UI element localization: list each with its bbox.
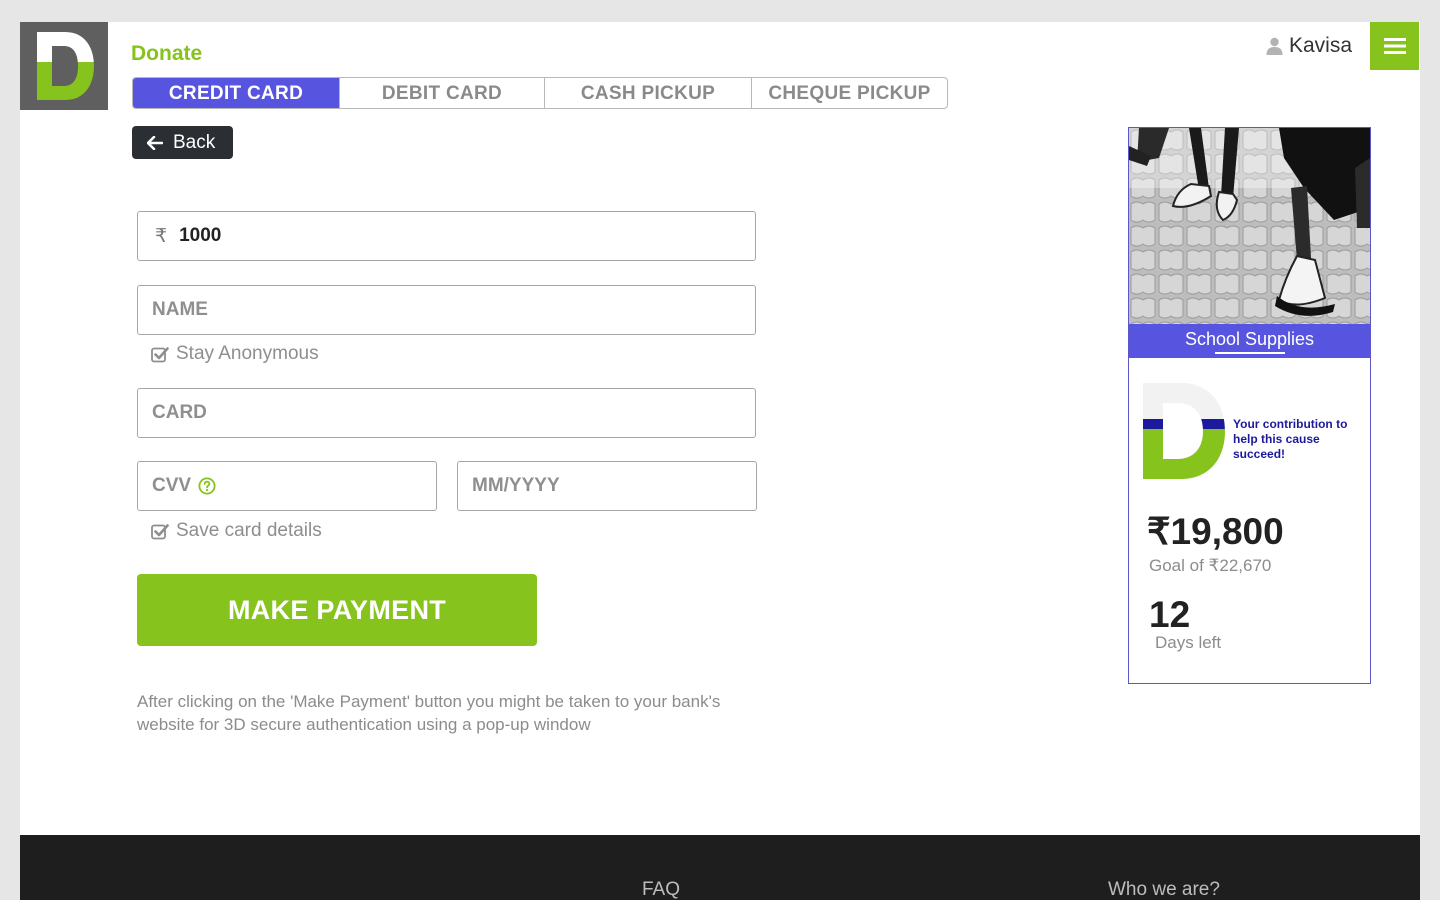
- goal-text: Goal of ₹22,670: [1149, 556, 1271, 576]
- name-input[interactable]: [138, 298, 755, 322]
- amount-input[interactable]: [177, 224, 755, 248]
- cvv-input[interactable]: [138, 474, 200, 498]
- logo[interactable]: [20, 22, 108, 110]
- stay-anonymous-checkbox[interactable]: Stay Anonymous: [151, 343, 319, 365]
- days-left-label: Days left: [1155, 633, 1222, 652]
- campaign-logo-icon: [1143, 383, 1225, 479]
- back-button[interactable]: Back: [132, 126, 233, 159]
- campaign-title-bar[interactable]: School Supplies: [1129, 324, 1370, 358]
- tab-cheque-pickup[interactable]: CHEQUE PICKUP: [752, 78, 947, 108]
- days-left-count: 12: [1149, 594, 1191, 635]
- save-card-checkbox[interactable]: Save card details: [151, 520, 322, 542]
- hamburger-icon: [1383, 38, 1406, 54]
- goal-amount: ₹22,670: [1208, 556, 1272, 575]
- checkbox-checked-icon: [151, 346, 169, 362]
- secure-auth-note: After clicking on the 'Make Payment' but…: [137, 692, 721, 734]
- expiry-field: [457, 461, 757, 511]
- name-field: [137, 285, 756, 335]
- campaign-message: Your contribution to help this cause suc…: [1233, 417, 1348, 461]
- tab-debit-card[interactable]: DEBIT CARD: [340, 78, 545, 108]
- card-input[interactable]: [138, 401, 755, 425]
- make-payment-button[interactable]: MAKE PAYMENT: [137, 574, 537, 646]
- campaign-card[interactable]: School Supplies Your contribution to hel…: [1128, 127, 1371, 684]
- arrow-left-icon: [147, 135, 163, 150]
- user-menu[interactable]: Kavisa: [1266, 34, 1352, 58]
- campaign-photo: [1129, 128, 1370, 324]
- amount-raised: ₹19,800: [1147, 511, 1284, 552]
- goal-label: Goal of: [1149, 556, 1204, 575]
- campaign-title: School Supplies: [1184, 329, 1315, 349]
- user-name: Kavisa: [1289, 34, 1353, 57]
- payment-method-tabs: CREDIT CARD DEBIT CARD CASH PICKUP CHEQU…: [132, 77, 948, 109]
- footer-link-who-we-are[interactable]: Who we are?: [1108, 879, 1220, 900]
- page-title: Donate: [131, 42, 203, 65]
- expiry-input[interactable]: [458, 474, 756, 498]
- tab-credit-card[interactable]: CREDIT CARD: [133, 78, 340, 108]
- save-card-label: Save card details: [176, 520, 322, 541]
- checkbox-checked-icon: [151, 523, 169, 539]
- hamburger-menu-button[interactable]: [1370, 22, 1419, 70]
- help-icon[interactable]: [198, 477, 216, 495]
- tab-cash-pickup[interactable]: CASH PICKUP: [545, 78, 752, 108]
- card-field: [137, 388, 756, 438]
- stay-anonymous-label: Stay Anonymous: [176, 343, 319, 364]
- page: Donate CREDIT CARD DEBIT CARD CASH PICKU…: [20, 22, 1420, 900]
- title-underline: [1215, 352, 1285, 354]
- cvv-field: [137, 461, 437, 511]
- rupee-icon: ₹: [155, 225, 168, 247]
- amount-field: ₹: [137, 211, 756, 261]
- footer-link-faq[interactable]: FAQ: [642, 879, 680, 900]
- back-label: Back: [173, 131, 216, 153]
- user-icon: [1266, 37, 1283, 55]
- footer: FAQ Who we are?: [20, 835, 1420, 900]
- logo-mark-icon: [37, 32, 94, 100]
